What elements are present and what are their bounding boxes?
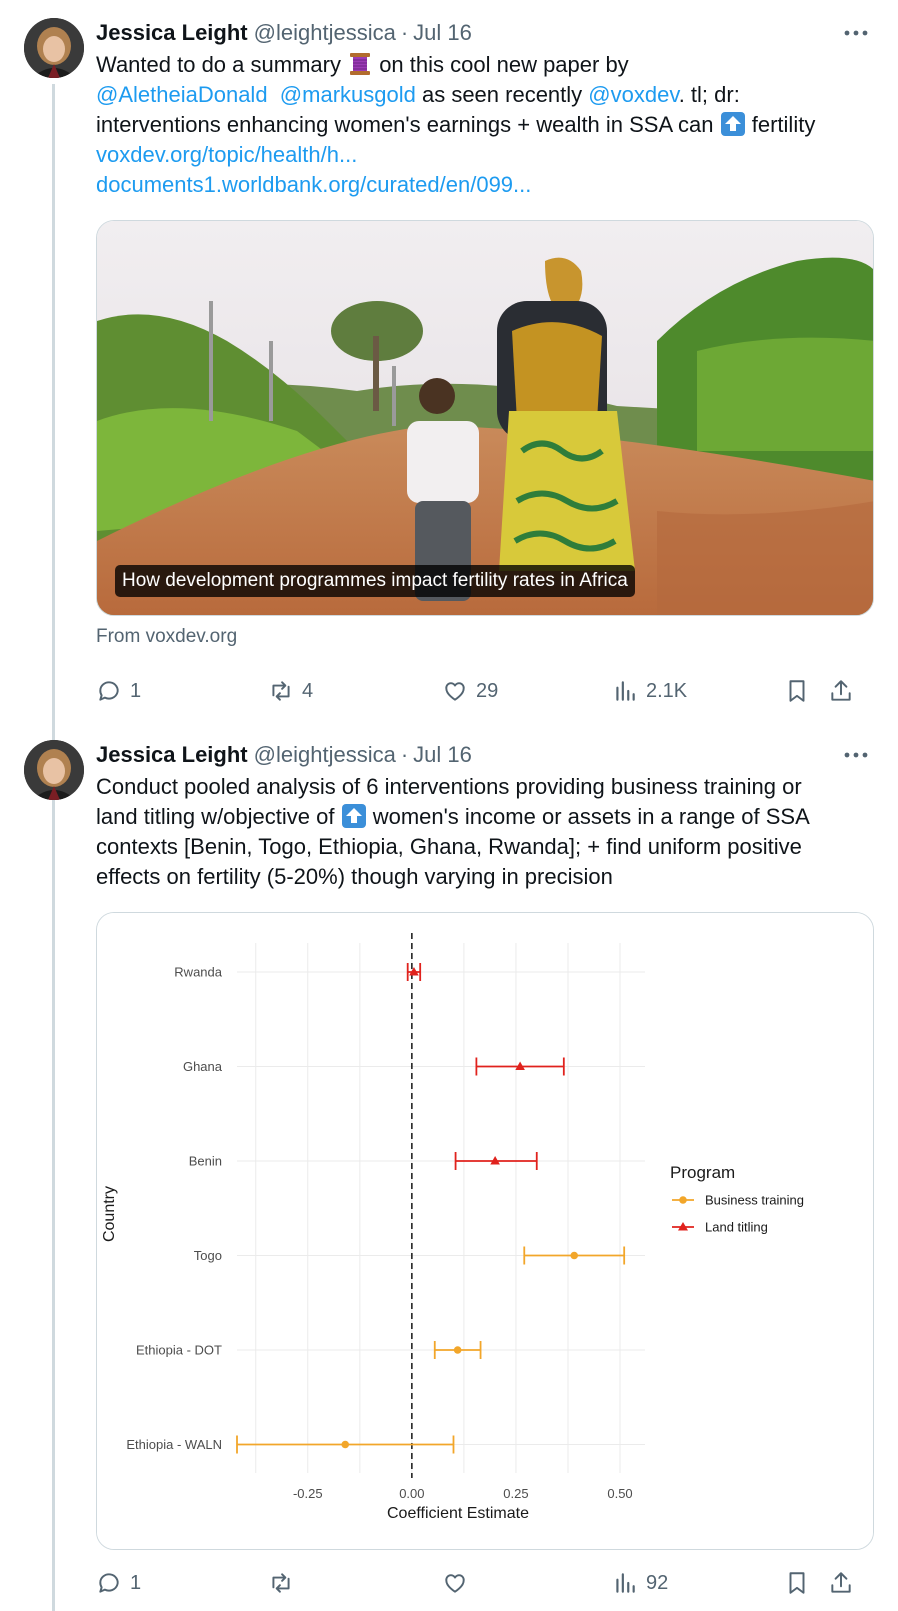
mention-link[interactable]: @markusgold	[280, 82, 416, 107]
views-icon	[616, 681, 635, 701]
text-segment: Wanted to do a summary	[96, 52, 348, 77]
up-arrow-emoji-icon	[341, 803, 367, 829]
x-tick-label: -0.25	[293, 1486, 323, 1501]
reply-icon	[99, 1573, 119, 1593]
bookmark-button[interactable]	[784, 674, 810, 708]
author-name[interactable]: Jessica Leight	[96, 20, 248, 46]
repost-button[interactable]	[268, 1566, 294, 1600]
text-line: Conduct pooled analysis of 6 interventio…	[96, 774, 802, 799]
bookmark-icon	[789, 1572, 805, 1594]
x-tick-label: 0.00	[399, 1486, 424, 1501]
share-button[interactable]	[828, 674, 854, 708]
views-count: 2.1K	[646, 679, 688, 702]
y-tick-label: Ghana	[183, 1059, 223, 1074]
repost-count: 4	[302, 679, 314, 702]
legend-label: Land titling	[705, 1220, 768, 1235]
point-estimate	[570, 1251, 579, 1260]
text-segment: fertility	[745, 112, 816, 137]
tweet-text: Conduct pooled analysis of 6 interventio…	[96, 772, 874, 892]
text-segment: women's income or assets in a range of S…	[366, 804, 810, 829]
reply-count: 1	[130, 679, 142, 702]
reply-button[interactable]: 1	[96, 674, 141, 708]
y-tick-label: Benin	[189, 1154, 222, 1169]
text-line: effects on fertility (5-20%) though vary…	[96, 864, 613, 889]
card-source[interactable]: From voxdev.org	[96, 626, 237, 648]
point-estimate	[341, 1440, 350, 1449]
chart-image-card[interactable]: Rwanda Ghana Benin Togo Ethiopia - DOT Ethiop…	[96, 912, 874, 1550]
x-axis-label: Coefficient Estimate	[387, 1505, 529, 1522]
views-count: 92	[646, 1571, 669, 1594]
tweet-1-actions: 1 4 29 2.1K	[96, 674, 874, 708]
bookmark-icon	[789, 680, 805, 702]
reply-button[interactable]: 1	[96, 1566, 141, 1600]
repost-button[interactable]: 4	[268, 674, 313, 708]
url-link[interactable]: voxdev.org/topic/health/h...	[96, 142, 357, 167]
tweet-text: Wanted to do a summary on this cool new …	[96, 50, 874, 200]
up-arrow-emoji-icon	[720, 111, 746, 137]
legend-title: Program	[670, 1163, 735, 1182]
author-handle[interactable]: @leightjessica	[254, 20, 396, 46]
card-image	[97, 221, 873, 615]
url-link[interactable]: documents1.worldbank.org/curated/en/099.…	[96, 172, 531, 197]
y-tick-label: Togo	[194, 1248, 222, 1263]
tweet-date[interactable]: Jul 16	[413, 20, 472, 46]
like-button[interactable]	[442, 1566, 468, 1600]
card-caption: How development programmes impact fertil…	[115, 565, 635, 597]
x-tick-label: 0.25	[503, 1486, 528, 1501]
tweet-2-actions: 1 92	[96, 1566, 874, 1600]
views-icon	[616, 1573, 635, 1593]
y-tick-label: Ethiopia - WALN	[126, 1437, 222, 1452]
share-icon	[831, 1572, 851, 1593]
share-icon	[831, 680, 851, 701]
repost-icon	[272, 681, 290, 701]
avatar[interactable]	[24, 740, 84, 800]
thread-emoji-icon	[347, 51, 373, 77]
tweet-header: Jessica Leight @leightjessica · Jul 16	[96, 740, 874, 770]
like-icon	[445, 1574, 465, 1593]
text-segment: as seen recently	[415, 82, 589, 107]
legend-label: Business training	[705, 1193, 804, 1208]
views-button[interactable]: 2.1K	[612, 674, 687, 708]
forest-plot-chart: Rwanda Ghana Benin Togo Ethiopia - DOT Ethiop…	[97, 913, 873, 1549]
reply-icon	[99, 681, 119, 701]
more-icon[interactable]	[836, 18, 876, 48]
text-segment: interventions enhancing women's earnings…	[96, 112, 720, 137]
separator: ·	[400, 742, 409, 767]
share-button[interactable]	[828, 1566, 854, 1600]
y-tick-label: Rwanda	[174, 965, 222, 980]
mention-link[interactable]: @AletheiaDonald	[96, 82, 268, 107]
text-segment: . tl; dr:	[678, 82, 740, 107]
text-segment: on this cool new paper by	[373, 52, 629, 77]
separator: ·	[400, 20, 409, 45]
bookmark-button[interactable]	[784, 1566, 810, 1600]
point-estimate	[453, 1346, 462, 1354]
author-name[interactable]: Jessica Leight	[96, 742, 248, 768]
more-icon[interactable]	[836, 740, 876, 770]
y-axis-label: Country	[101, 1186, 118, 1242]
repost-icon	[272, 1573, 290, 1593]
like-button[interactable]: 29	[442, 674, 498, 708]
thread-connector-line	[52, 84, 55, 1611]
y-tick-label: Ethiopia - DOT	[136, 1343, 222, 1358]
text-segment: land titling w/objective of	[96, 804, 341, 829]
like-count: 29	[476, 679, 499, 702]
text-line: contexts [Benin, Togo, Ethiopia, Ghana, …	[96, 834, 802, 859]
like-icon	[445, 682, 465, 701]
reply-count: 1	[130, 1571, 142, 1594]
author-handle[interactable]: @leightjessica	[254, 742, 396, 768]
link-card[interactable]: How development programmes impact fertil…	[96, 220, 874, 616]
tweet-header: Jessica Leight @leightjessica · Jul 16	[96, 18, 874, 48]
mention-link[interactable]: @voxdev	[588, 82, 678, 107]
avatar[interactable]	[24, 18, 84, 78]
tweet-date[interactable]: Jul 16	[413, 742, 472, 768]
x-tick-label: 0.50	[607, 1486, 632, 1501]
views-button[interactable]: 92	[612, 1566, 668, 1600]
